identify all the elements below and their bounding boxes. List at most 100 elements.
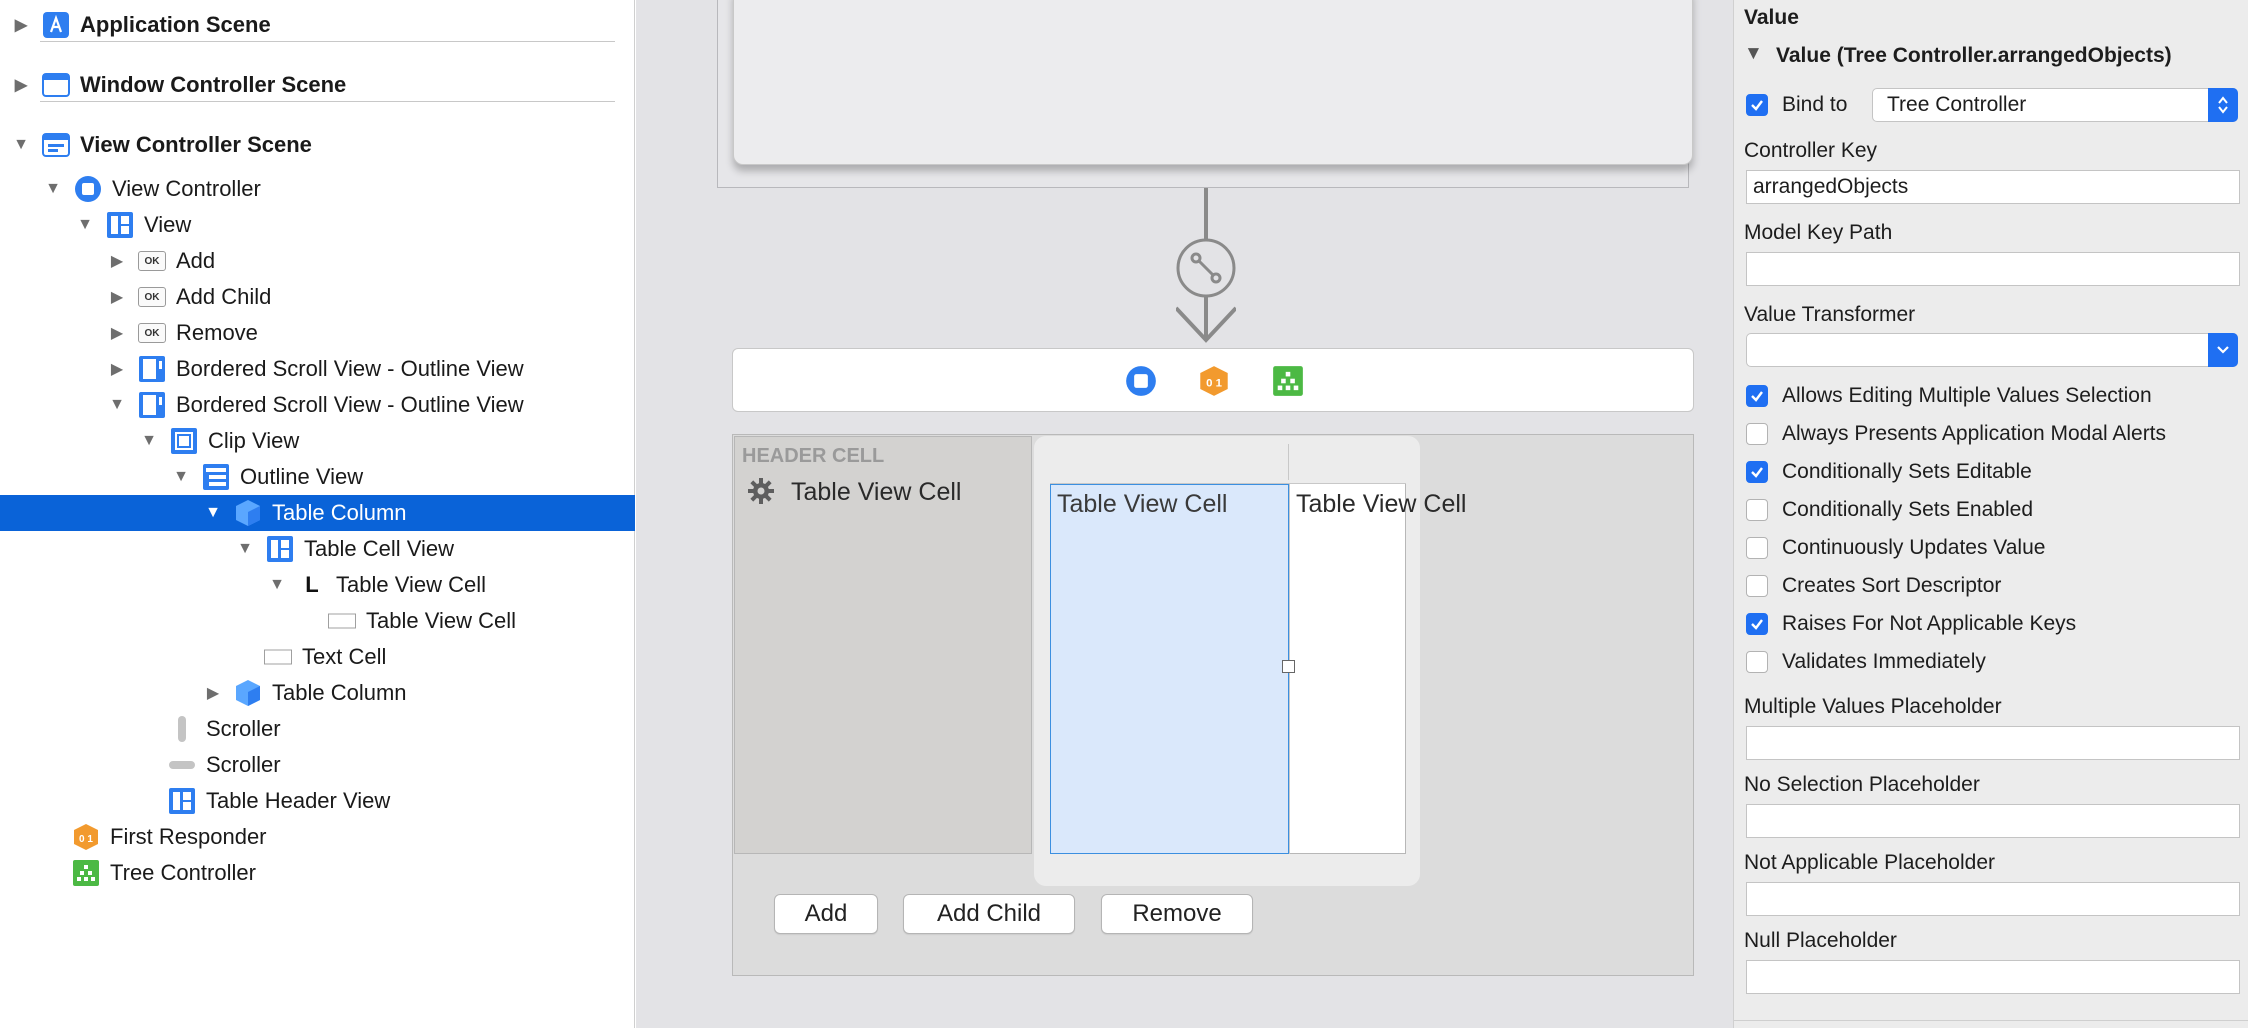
disclosure-collapsed-icon[interactable]: ▶ (10, 14, 32, 36)
option-raises-not-applicable[interactable]: Raises For Not Applicable Keys (1746, 609, 2076, 639)
scene-label: Application Scene (80, 12, 271, 37)
disclosure-collapsed-icon[interactable]: ▶ (106, 358, 128, 380)
checkbox-unchecked-icon[interactable] (1746, 575, 1768, 597)
disclosure-expanded-icon[interactable]: ▼ (106, 394, 128, 416)
disclosure-collapsed-icon[interactable]: ▶ (106, 322, 128, 344)
disclosure-collapsed-icon[interactable]: ▶ (10, 74, 32, 96)
tree-item-bordered-scroll-view[interactable]: ▼ Bordered Scroll View - Outline View (0, 387, 635, 423)
text-field-cell-icon (328, 607, 356, 635)
svg-text:0 1: 0 1 (1206, 378, 1223, 390)
header-divider (1288, 444, 1289, 480)
disclosure-expanded-icon[interactable]: ▼ (234, 538, 256, 560)
scroll-view-icon (138, 355, 166, 383)
tree-item-table-view-cell[interactable]: Table View Cell (0, 603, 635, 639)
controller-key-field[interactable]: arrangedObjects (1746, 170, 2240, 204)
tree-item-table-column[interactable]: ▶ Table Column (0, 675, 635, 711)
tree-item-remove-button[interactable]: ▶ OK Remove (0, 315, 635, 351)
disclosure-collapsed-icon[interactable]: ▶ (106, 286, 128, 308)
tree-item-table-header-view[interactable]: Table Header View (0, 783, 635, 819)
option-label: Raises For Not Applicable Keys (1782, 612, 2077, 635)
table-header (1050, 436, 1406, 484)
option-validates-immediately[interactable]: Validates Immediately (1746, 647, 1986, 677)
section-title: Value (1744, 6, 1799, 29)
checkbox-unchecked-icon[interactable] (1746, 651, 1768, 673)
checkbox-unchecked-icon[interactable] (1746, 423, 1768, 445)
tree-item-horizontal-scroller[interactable]: Scroller (0, 747, 635, 783)
tree-item-clip-view[interactable]: ▼ Clip View (0, 423, 635, 459)
tree-item-add-child-button[interactable]: ▶ OK Add Child (0, 279, 635, 315)
bind-to-checkbox-row[interactable]: Bind to (1746, 90, 1847, 120)
disclosure-expanded-icon[interactable]: ▼ (202, 502, 224, 524)
disclosure-collapsed-icon[interactable]: ▶ (202, 682, 224, 704)
null-placeholder-field[interactable] (1746, 960, 2240, 994)
multiple-values-placeholder-field[interactable] (1746, 726, 2240, 760)
value-transformer-combo[interactable] (1746, 333, 2238, 367)
tree-item-view-controller[interactable]: ▼ View Controller (0, 171, 635, 207)
tree-item-tree-controller[interactable]: Tree Controller (0, 855, 635, 891)
bind-to-popup[interactable]: Tree Controller (1872, 88, 2238, 122)
option-conditionally-sets-enabled[interactable]: Conditionally Sets Enabled (1746, 495, 2033, 525)
window-scene-icon (42, 71, 70, 99)
checkbox-checked-icon[interactable] (1746, 461, 1768, 483)
tree-item-table-cell-view[interactable]: ▼ Table Cell View (0, 531, 635, 567)
disclosure-expanded-icon[interactable]: ▼ (170, 466, 192, 488)
chevron-down-icon[interactable] (2208, 333, 2238, 367)
divider (40, 101, 615, 102)
disclosure-expanded-icon[interactable]: ▼ (266, 574, 288, 596)
disclosure-expanded-icon[interactable]: ▼ (138, 430, 160, 452)
option-label: Conditionally Sets Enabled (1782, 498, 2033, 521)
interface-builder-canvas[interactable]: 0 1 HEADER CELL Table View Cell Table Vi… (636, 0, 1733, 1028)
divider (1734, 1020, 2248, 1021)
checkbox-unchecked-icon[interactable] (1746, 537, 1768, 559)
selected-table-column[interactable] (1050, 484, 1289, 854)
view-controller-icon[interactable] (1125, 365, 1157, 402)
option-conditionally-sets-editable[interactable]: Conditionally Sets Editable (1746, 457, 2032, 487)
add-child-button[interactable]: Add Child (903, 894, 1075, 934)
checkbox-checked-icon[interactable] (1746, 613, 1768, 635)
tree-item-table-column-selected[interactable]: ▼ Table Column (0, 495, 635, 531)
tree-item-label: Clip View (208, 428, 300, 453)
window-content[interactable] (733, 0, 1693, 165)
option-always-presents-modal[interactable]: Always Presents Application Modal Alerts (1746, 419, 2166, 449)
remove-button[interactable]: Remove (1101, 894, 1253, 934)
option-label: Validates Immediately (1782, 650, 1986, 673)
checkbox-unchecked-icon[interactable] (1746, 499, 1768, 521)
disclosure-expanded-icon[interactable]: ▼ (1744, 43, 1763, 65)
tree-item-bordered-scroll-view[interactable]: ▶ Bordered Scroll View - Outline View (0, 351, 635, 387)
no-selection-placeholder-field[interactable] (1746, 804, 2240, 838)
segue-arrow-icon[interactable] (1176, 188, 1236, 348)
tree-item-view[interactable]: ▼ View (0, 207, 635, 243)
tree-item-label: Table View Cell (336, 572, 487, 597)
checkbox-checked-icon[interactable] (1746, 385, 1768, 407)
tree-controller-icon (72, 859, 100, 887)
checkbox-checked-icon[interactable] (1746, 94, 1768, 116)
tree-item-vertical-scroller[interactable]: Scroller (0, 711, 635, 747)
option-creates-sort-descriptor[interactable]: Creates Sort Descriptor (1746, 571, 2001, 601)
disclosure-expanded-icon[interactable]: ▼ (10, 134, 32, 156)
model-key-path-field[interactable] (1746, 252, 2240, 286)
tree-item-add-button[interactable]: ▶ OK Add (0, 243, 635, 279)
tree-item-outline-view[interactable]: ▼ Outline View (0, 459, 635, 495)
tree-item-first-responder[interactable]: 0 1 First Responder (0, 819, 635, 855)
not-applicable-placeholder-field[interactable] (1746, 882, 2240, 916)
column1-cell-label: Table View Cell (1057, 490, 1228, 518)
option-continuously-updates[interactable]: Continuously Updates Value (1746, 533, 2045, 563)
binding-title: Value (Tree Controller.arrangedObjects) (1776, 44, 2172, 67)
tree-item-label: Table Column (272, 500, 407, 525)
disclosure-expanded-icon[interactable]: ▼ (42, 178, 64, 200)
tree-controller-icon[interactable] (1272, 365, 1304, 402)
scene-window-controller[interactable]: ▶ Window Controller Scene (0, 67, 635, 103)
tree-item-text-cell[interactable]: Text Cell (0, 639, 635, 675)
add-button[interactable]: Add (774, 894, 878, 934)
resize-handle[interactable] (1282, 660, 1295, 673)
disclosure-expanded-icon[interactable]: ▼ (74, 214, 96, 236)
disclosure-collapsed-icon[interactable]: ▶ (106, 250, 128, 272)
table-column-icon (234, 679, 262, 707)
scene-application[interactable]: ▶ Application Scene (0, 7, 635, 43)
scene-view-controller[interactable]: ▼ View Controller Scene (0, 127, 635, 163)
option-allows-editing-multiple[interactable]: Allows Editing Multiple Values Selection (1746, 381, 2152, 411)
tree-item-table-view-cell-label[interactable]: ▼ L Table View Cell (0, 567, 635, 603)
first-responder-icon[interactable]: 0 1 (1198, 365, 1230, 402)
scene-label: View Controller Scene (80, 132, 312, 157)
tree-item-label: Add (176, 248, 216, 273)
